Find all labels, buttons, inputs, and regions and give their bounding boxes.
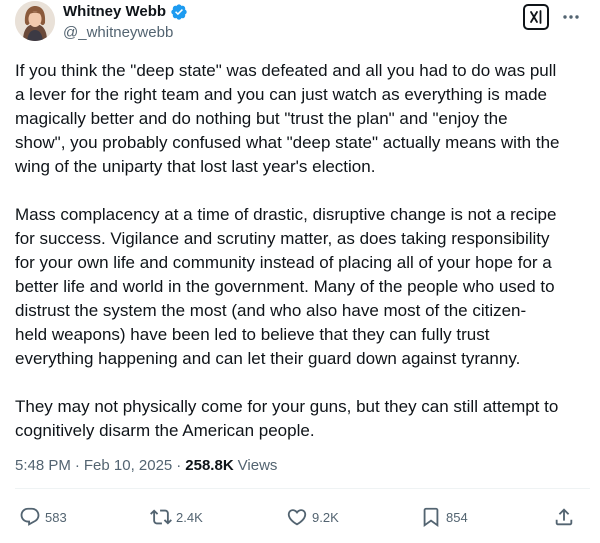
meta-separator: · bbox=[74, 457, 80, 474]
avatar[interactable] bbox=[15, 1, 55, 41]
tweet: Whitney Webb @_whitneywebb If you think … bbox=[0, 0, 600, 543]
tweet-text: If you think the "deep state" was defeat… bbox=[15, 59, 590, 443]
repost-button[interactable]: 2.4K bbox=[150, 502, 203, 532]
more-icon[interactable] bbox=[561, 7, 581, 27]
tweet-metadata: 5:48 PM · Feb 10, 2025 · 258.8K Views bbox=[15, 456, 277, 476]
reply-icon bbox=[20, 507, 40, 526]
author-display-name[interactable]: Whitney Webb bbox=[63, 3, 166, 21]
views-label: Views bbox=[237, 457, 278, 474]
reply-button[interactable]: 583 bbox=[19, 502, 67, 532]
tweet-paragraph: If you think the "deep state" was defeat… bbox=[15, 61, 560, 176]
repost-count: 2.4K bbox=[176, 509, 203, 525]
repost-icon bbox=[150, 509, 172, 525]
tweet-time[interactable]: 5:48 PM bbox=[15, 456, 71, 476]
tweet-paragraph: Mass complacency at a time of drastic, d… bbox=[15, 205, 557, 368]
like-icon bbox=[287, 509, 307, 526]
verified-badge-icon[interactable] bbox=[170, 3, 188, 21]
author-handle[interactable]: @_whitneywebb bbox=[63, 24, 173, 42]
bookmark-button[interactable]: 854 bbox=[420, 502, 468, 532]
share-icon bbox=[555, 508, 573, 526]
bookmark-icon bbox=[423, 507, 439, 528]
share-button[interactable] bbox=[553, 502, 575, 532]
action-bar: 583 2.4K 9.2K 854 bbox=[0, 502, 600, 532]
like-count: 9.2K bbox=[312, 509, 339, 525]
reply-count: 583 bbox=[45, 509, 67, 525]
grok-icon[interactable] bbox=[523, 4, 549, 30]
divider bbox=[15, 488, 590, 489]
tweet-date[interactable]: Feb 10, 2025 bbox=[84, 456, 172, 476]
bookmark-count: 854 bbox=[446, 509, 468, 525]
tweet-paragraph: They may not physically come for your gu… bbox=[15, 397, 559, 440]
author-name-row: Whitney Webb bbox=[63, 3, 188, 21]
meta-separator: · bbox=[176, 457, 182, 474]
like-button[interactable]: 9.2K bbox=[286, 502, 339, 532]
views-count[interactable]: 258.8K bbox=[185, 456, 233, 476]
